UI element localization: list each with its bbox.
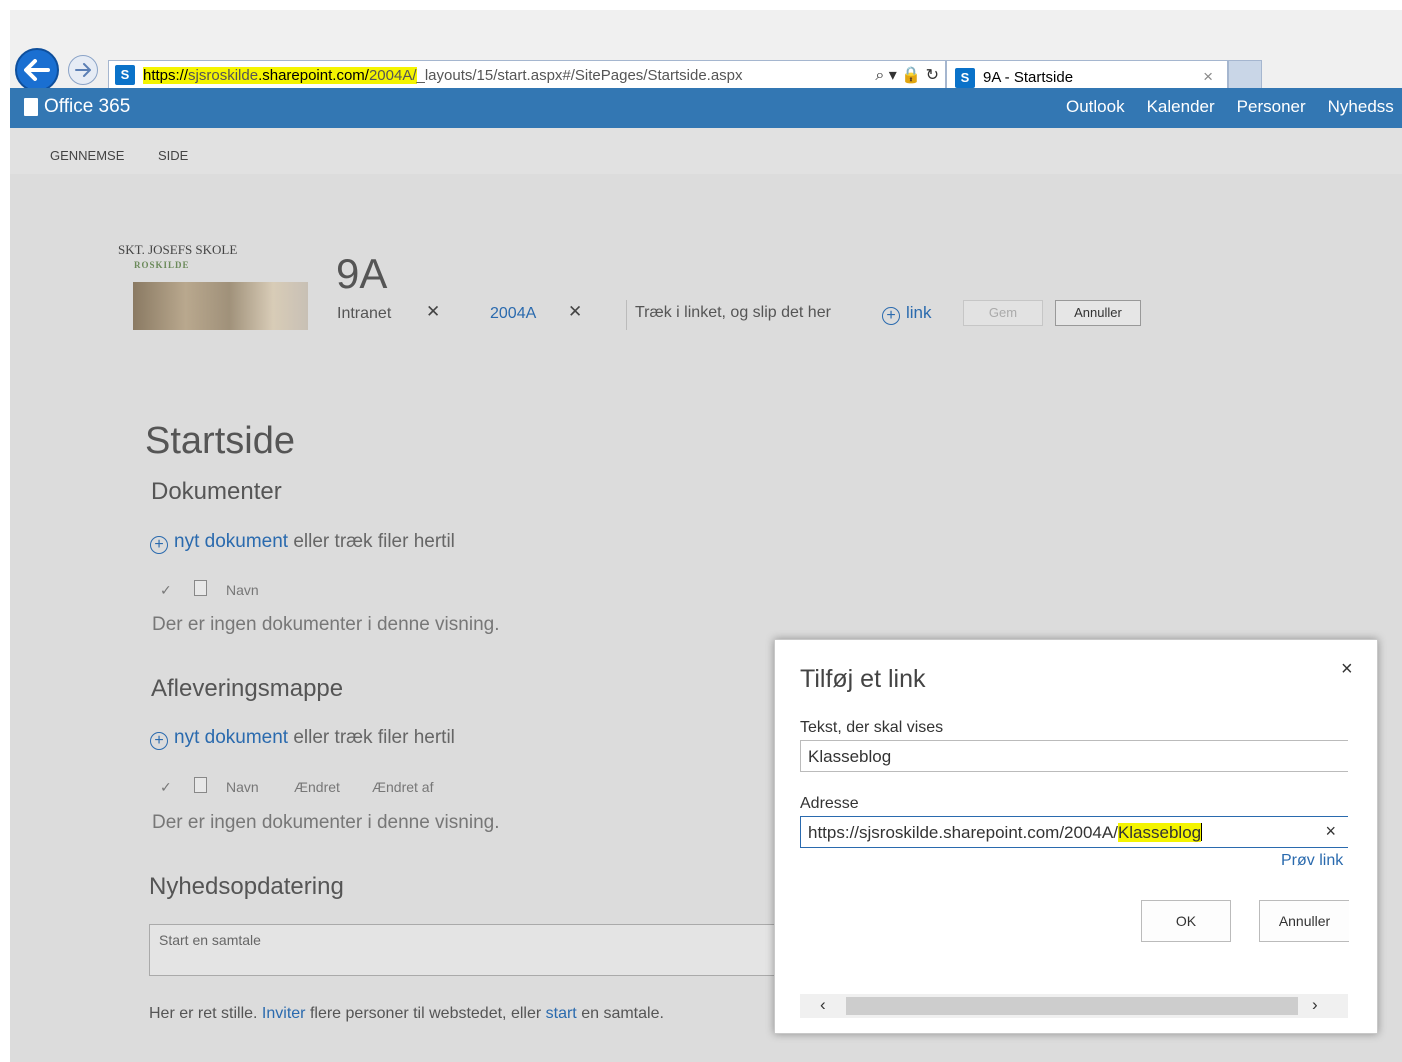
brand-label: Office 365: [44, 96, 131, 117]
start-link[interactable]: start: [546, 1005, 577, 1022]
add-link-dialog: Tilføj et link × Tekst, der skal vises K…: [774, 639, 1378, 1034]
suite-nav-people[interactable]: Personer: [1237, 97, 1306, 116]
scrollbar-thumb[interactable]: [846, 997, 1298, 1015]
address-tools[interactable]: ⌕ ▾ 🔒 ↻: [875, 65, 939, 85]
new-document-row: + nyt dokument eller træk filer hertil: [150, 727, 455, 750]
url-host-name: sjsroskilde: [188, 67, 259, 84]
page-title: Startside: [145, 420, 295, 462]
add-circle-icon[interactable]: +: [150, 732, 168, 750]
school-logo[interactable]: SKT. JOSEFS SKOLE ROSKILDE: [118, 242, 308, 332]
address-suffix: Klasseblog: [1117, 823, 1202, 842]
ribbon: GENNEMSE SIDE: [10, 128, 1402, 174]
save-button[interactable]: Gem: [963, 300, 1043, 326]
sharepoint-icon: S: [115, 65, 135, 85]
column-name[interactable]: Navn: [226, 582, 259, 598]
forward-button[interactable]: [68, 55, 98, 85]
add-link-button[interactable]: + link: [882, 303, 932, 325]
footer-text-3: en samtale.: [576, 1005, 664, 1022]
link-drop-zone[interactable]: Træk i linket, og slip det her: [626, 300, 831, 330]
column-modified-by[interactable]: Ændret af: [372, 779, 433, 795]
text-caret: [1201, 823, 1203, 841]
remove-icon[interactable]: ✕: [568, 302, 582, 322]
sharepoint-icon: S: [955, 68, 975, 88]
new-document-link[interactable]: nyt dokument: [174, 727, 288, 748]
chevron-left-icon[interactable]: ‹: [820, 995, 826, 1015]
section-title-newsfeed: Nyhedsopdatering: [149, 873, 344, 900]
invite-link[interactable]: Inviter: [262, 1005, 306, 1022]
section-title-documents[interactable]: Dokumenter: [151, 478, 282, 506]
site-title[interactable]: 9A: [336, 250, 387, 298]
dialog-title: Tilføj et link: [800, 665, 926, 693]
column-modified[interactable]: Ændret: [294, 779, 340, 795]
try-link[interactable]: Prøv link: [1281, 852, 1343, 870]
empty-message: Der er ingen dokumenter i denne visning.: [152, 812, 500, 833]
office-365-brand[interactable]: Office 365: [24, 96, 130, 118]
remove-icon[interactable]: ✕: [426, 302, 440, 322]
footer-text-1: Her er ret stille.: [149, 1005, 262, 1022]
address-field[interactable]: https://sjsroskilde.sharepoint.com/2004A…: [800, 816, 1348, 848]
address-label: Adresse: [800, 795, 859, 812]
url-scheme: https://: [143, 67, 189, 84]
address-url[interactable]: https://sjsroskilde.sharepoint.com/2004A…: [143, 67, 743, 84]
section-title-submissions[interactable]: Afleveringsmappe: [151, 675, 343, 703]
add-link-label: link: [906, 303, 932, 322]
suite-nav: Outlook Kalender Personer Nyhedss: [1066, 97, 1402, 117]
logo-line-2: ROSKILDE: [134, 260, 190, 270]
logo-line-1: SKT. JOSEFS SKOLE: [118, 242, 238, 257]
add-circle-icon: +: [882, 307, 900, 325]
clear-icon[interactable]: ×: [1325, 821, 1336, 842]
url-page-path: _layouts/15/start.aspx#/SitePages/Starts…: [416, 67, 743, 84]
display-text-label: Tekst, der skal vises: [800, 719, 944, 736]
new-document-hint: eller træk filer hertil: [288, 727, 455, 748]
new-document-hint: eller træk filer hertil: [288, 531, 455, 552]
footer-text-2: flere personer til webstedet, eller: [305, 1005, 546, 1022]
new-document-row: + nyt dokument eller træk filer hertil: [150, 531, 455, 554]
back-button[interactable]: [15, 48, 59, 92]
close-icon[interactable]: ×: [1341, 658, 1353, 681]
suite-bar: Office 365 Outlook Kalender Personer Nyheds…: [10, 88, 1402, 128]
screen: S https://sjsroskilde.sharepoint.com/200…: [0, 0, 1402, 1062]
back-arrow-icon: [24, 59, 50, 81]
browser-chrome: S https://sjsroskilde.sharepoint.com/200…: [10, 0, 1402, 94]
display-text-field[interactable]: Klasseblog: [800, 740, 1348, 772]
empty-message: Der er ingen dokumenter i denne visning.: [152, 614, 500, 635]
nav-item-intranet[interactable]: Intranet: [337, 305, 391, 323]
close-icon[interactable]: ×: [1203, 67, 1213, 87]
tab-page[interactable]: SIDE: [158, 148, 188, 163]
cancel-button[interactable]: Annuller: [1055, 300, 1141, 326]
column-name[interactable]: Navn: [226, 779, 259, 795]
url-domain: .sharepoint.com/: [258, 67, 369, 84]
suite-nav-calendar[interactable]: Kalender: [1147, 97, 1215, 116]
checkmark-icon[interactable]: ✓: [160, 779, 172, 796]
document-icon: [194, 580, 207, 596]
horizontal-scrollbar[interactable]: ‹ ›: [800, 994, 1348, 1018]
display-text-value: Klasseblog: [808, 747, 892, 766]
suite-nav-outlook[interactable]: Outlook: [1066, 97, 1125, 116]
newsfeed-footer: Her er ret stille. Inviter flere persone…: [149, 1005, 664, 1023]
checkmark-icon[interactable]: ✓: [160, 582, 172, 599]
start-conversation-input[interactable]: Start en samtale: [149, 924, 809, 976]
address-bar[interactable]: S https://sjsroskilde.sharepoint.com/200…: [108, 60, 946, 90]
tab-title: 9A - Startside: [983, 69, 1074, 86]
dialog-cancel-button[interactable]: Annuller: [1259, 900, 1349, 942]
tab-browse[interactable]: GENNEMSE: [50, 148, 124, 163]
logo-photo: [133, 282, 308, 330]
url-site-path: 2004A/: [368, 67, 417, 84]
document-icon: [194, 777, 207, 793]
address-value: https://sjsroskilde.sharepoint.com/2004A…: [808, 823, 1203, 843]
forward-arrow-icon: [75, 63, 91, 77]
nav-item-2004a[interactable]: 2004A: [490, 305, 536, 323]
conversation-placeholder: Start en samtale: [159, 932, 261, 948]
suite-nav-newsfeed[interactable]: Nyhedss: [1328, 97, 1394, 116]
chevron-right-icon[interactable]: ›: [1312, 995, 1318, 1015]
new-document-link[interactable]: nyt dokument: [174, 531, 288, 552]
office-logo-icon: [24, 98, 38, 116]
address-prefix: https://sjsroskilde.sharepoint.com/2004A…: [808, 823, 1118, 842]
add-circle-icon[interactable]: +: [150, 536, 168, 554]
ok-button[interactable]: OK: [1141, 900, 1231, 942]
